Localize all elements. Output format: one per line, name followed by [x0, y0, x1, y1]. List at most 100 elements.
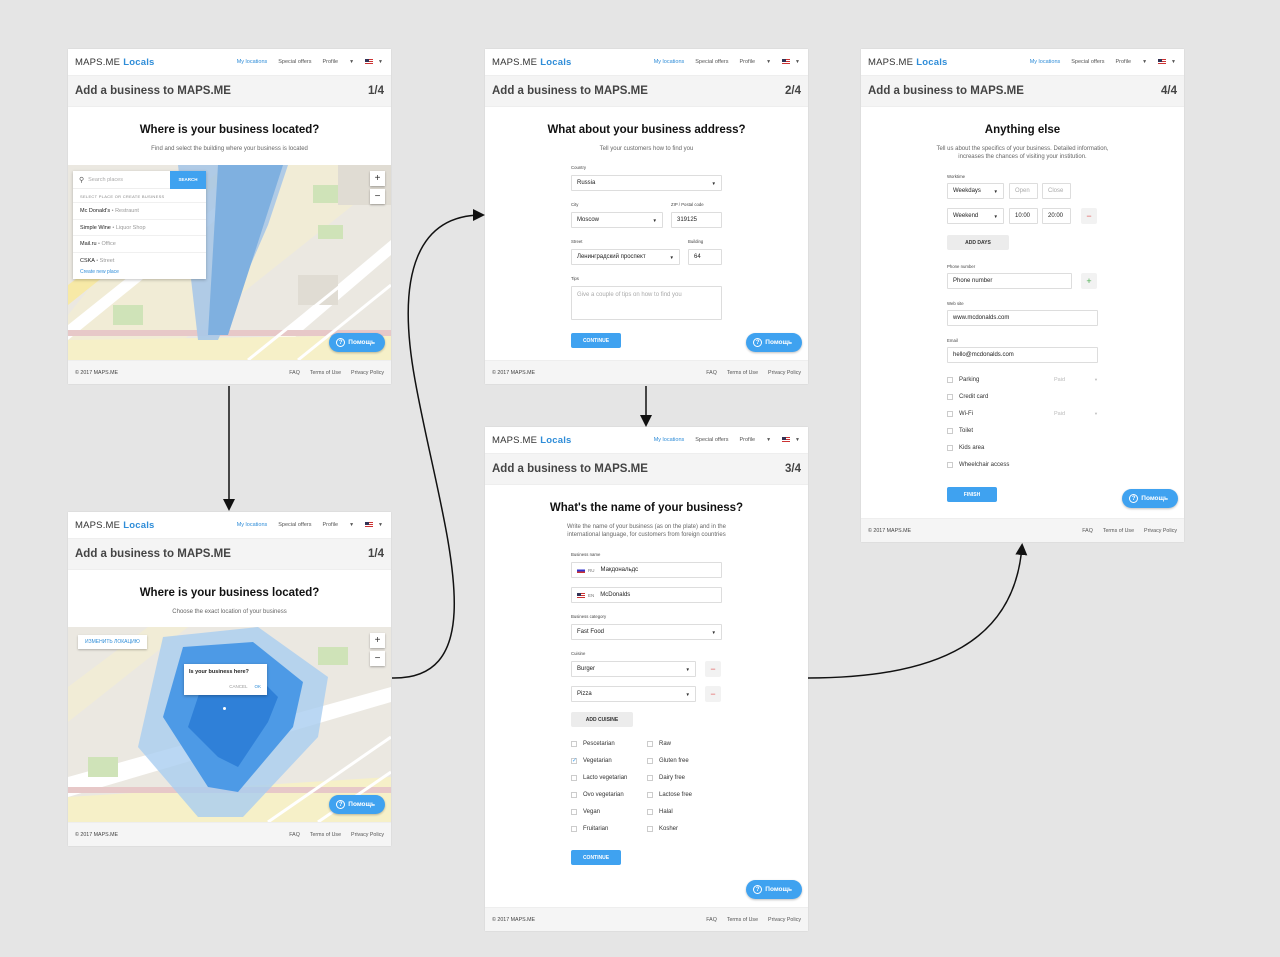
checkbox-option[interactable]: Kosher — [647, 826, 678, 832]
add-cuisine-button[interactable]: ADD CUISINE — [571, 712, 633, 727]
checkbox-option[interactable]: Kids area — [947, 445, 984, 451]
city-select[interactable]: Moscow ▼ — [571, 212, 663, 228]
zip-input[interactable]: 319125 — [671, 212, 722, 228]
building-input[interactable]: 64 — [688, 249, 722, 265]
faq-link[interactable]: FAQ — [1082, 528, 1093, 534]
map-view[interactable]: ИЗМЕНИТЬ ЛОКАЦИЮ + − Is your business he… — [68, 627, 391, 822]
checkbox-option[interactable]: Parking — [947, 377, 979, 383]
create-new-place-link[interactable]: Create new place — [80, 269, 119, 275]
street-select[interactable]: Ленинградский проспект ▼ — [571, 249, 680, 265]
help-button[interactable]: ? Помощь — [746, 880, 802, 899]
nav-my-locations[interactable]: My locations — [654, 59, 685, 65]
cuisine-select-1[interactable]: Burger ▼ — [571, 661, 696, 677]
privacy-link[interactable]: Privacy Policy — [768, 917, 801, 923]
help-button[interactable]: ? Помощь — [746, 333, 802, 352]
change-location-button[interactable]: ИЗМЕНИТЬ ЛОКАЦИЮ — [78, 635, 147, 649]
nav-profile[interactable]: Profile ▼ — [740, 437, 772, 443]
map-view[interactable]: + − ⚲ Search places SEARCH SELECT PLACE … — [68, 165, 391, 360]
zoom-in-button[interactable]: + — [370, 171, 385, 186]
logo[interactable]: MAPS.ME Locals — [492, 57, 572, 68]
terms-link[interactable]: Terms of Use — [310, 832, 341, 838]
continue-button[interactable]: CONTINUE — [571, 850, 621, 865]
checkbox-option[interactable]: Lactose free — [647, 792, 692, 798]
checkbox-option[interactable]: Toilet — [947, 428, 973, 434]
close-time-input-1[interactable]: Close — [1042, 183, 1071, 199]
terms-link[interactable]: Terms of Use — [727, 917, 758, 923]
remove-cuisine-button[interactable]: − — [705, 686, 721, 702]
nav-my-locations[interactable]: My locations — [237, 522, 268, 528]
nav-profile[interactable]: Profile ▼ — [1116, 59, 1148, 65]
checkbox-option[interactable]: Lacto vegetarian — [571, 775, 627, 781]
parking-paid-select[interactable]: Paid ▼ — [1054, 377, 1098, 383]
result-item[interactable]: CSKA • Street — [73, 251, 206, 269]
email-input[interactable]: hello@mcdonalds.com — [947, 347, 1098, 363]
checkbox-option[interactable]: Vegan — [571, 809, 600, 815]
category-select[interactable]: Fast Food ▼ — [571, 624, 722, 640]
checkbox-option[interactable]: Credit card — [947, 394, 988, 400]
checkbox-option[interactable]: Ovo vegetarian — [571, 792, 624, 798]
close-time-input-2[interactable]: 20:00 — [1042, 208, 1071, 224]
privacy-link[interactable]: Privacy Policy — [768, 370, 801, 376]
language-selector[interactable]: ▼ — [782, 59, 800, 65]
nav-profile[interactable]: Profile ▼ — [323, 522, 355, 528]
checkbox-option[interactable]: Wi-Fi — [947, 411, 973, 417]
faq-link[interactable]: FAQ — [706, 917, 717, 923]
tips-textarea[interactable]: Give a couple of tips on how to find you — [571, 286, 722, 320]
checkbox-option[interactable]: Halal — [647, 809, 673, 815]
result-item[interactable]: Mc Donald's • Restraunt — [73, 202, 206, 219]
wifi-paid-select[interactable]: Paid ▼ — [1054, 411, 1098, 417]
popup-ok-button[interactable]: OK — [254, 684, 261, 689]
nav-my-locations[interactable]: My locations — [237, 59, 268, 65]
result-item[interactable]: Simple Wine • Liquor Shop — [73, 218, 206, 236]
checkbox-option[interactable]: Fruitarian — [571, 826, 608, 832]
language-selector[interactable]: ▼ — [1158, 59, 1176, 65]
search-button[interactable]: SEARCH — [170, 170, 206, 189]
nav-special-offers[interactable]: Special offers — [1071, 59, 1104, 65]
privacy-link[interactable]: Privacy Policy — [1144, 528, 1177, 534]
checkbox-option[interactable]: Gluten free — [647, 758, 689, 764]
checkbox-option[interactable]: Pescetarian — [571, 741, 615, 747]
remove-days-button[interactable]: − — [1081, 208, 1097, 224]
phone-input[interactable]: Phone number — [947, 273, 1072, 289]
terms-link[interactable]: Terms of Use — [727, 370, 758, 376]
search-input[interactable]: Search places — [88, 177, 170, 183]
nav-profile[interactable]: Profile ▼ — [323, 59, 355, 65]
checkbox-option[interactable]: Wheelchair access — [947, 462, 1009, 468]
business-name-ru-input[interactable]: RU Макдональдс — [571, 562, 722, 578]
logo[interactable]: MAPS.ME Locals — [492, 435, 572, 446]
help-button[interactable]: ? Помощь — [329, 795, 385, 814]
open-time-input-2[interactable]: 10:00 — [1009, 208, 1038, 224]
logo[interactable]: MAPS.ME Locals — [75, 57, 155, 68]
terms-link[interactable]: Terms of Use — [310, 370, 341, 376]
result-item[interactable]: Mail.ru • Office — [73, 235, 206, 252]
nav-my-locations[interactable]: My locations — [1030, 59, 1061, 65]
logo[interactable]: MAPS.ME Locals — [75, 520, 155, 531]
language-selector[interactable]: ▼ — [782, 437, 800, 443]
language-selector[interactable]: ▼ — [365, 522, 383, 528]
cuisine-select-2[interactable]: Pizza ▼ — [571, 686, 696, 702]
help-button[interactable]: ? Помощь — [329, 333, 385, 352]
zoom-out-button[interactable]: − — [370, 189, 385, 204]
add-days-button[interactable]: ADD DAYS — [947, 235, 1009, 250]
faq-link[interactable]: FAQ — [289, 370, 300, 376]
nav-special-offers[interactable]: Special offers — [278, 522, 311, 528]
nav-profile[interactable]: Profile ▼ — [740, 59, 772, 65]
nav-special-offers[interactable]: Special offers — [695, 437, 728, 443]
terms-link[interactable]: Terms of Use — [1103, 528, 1134, 534]
faq-link[interactable]: FAQ — [706, 370, 717, 376]
popup-cancel-button[interactable]: CANCEL — [229, 684, 247, 689]
faq-link[interactable]: FAQ — [289, 832, 300, 838]
zoom-out-button[interactable]: − — [370, 651, 385, 666]
open-time-input-1[interactable]: Open — [1009, 183, 1038, 199]
language-selector[interactable]: ▼ — [365, 59, 383, 65]
zoom-in-button[interactable]: + — [370, 633, 385, 648]
nav-special-offers[interactable]: Special offers — [695, 59, 728, 65]
checkbox-option[interactable]: Dairy free — [647, 775, 685, 781]
nav-my-locations[interactable]: My locations — [654, 437, 685, 443]
help-button[interactable]: ? Помощь — [1122, 489, 1178, 508]
add-phone-button[interactable]: + — [1081, 273, 1097, 289]
checkbox-option[interactable]: ✓ Vegetarian — [571, 758, 612, 764]
days-select-2[interactable]: Weekend ▼ — [947, 208, 1004, 224]
privacy-link[interactable]: Privacy Policy — [351, 832, 384, 838]
nav-special-offers[interactable]: Special offers — [278, 59, 311, 65]
